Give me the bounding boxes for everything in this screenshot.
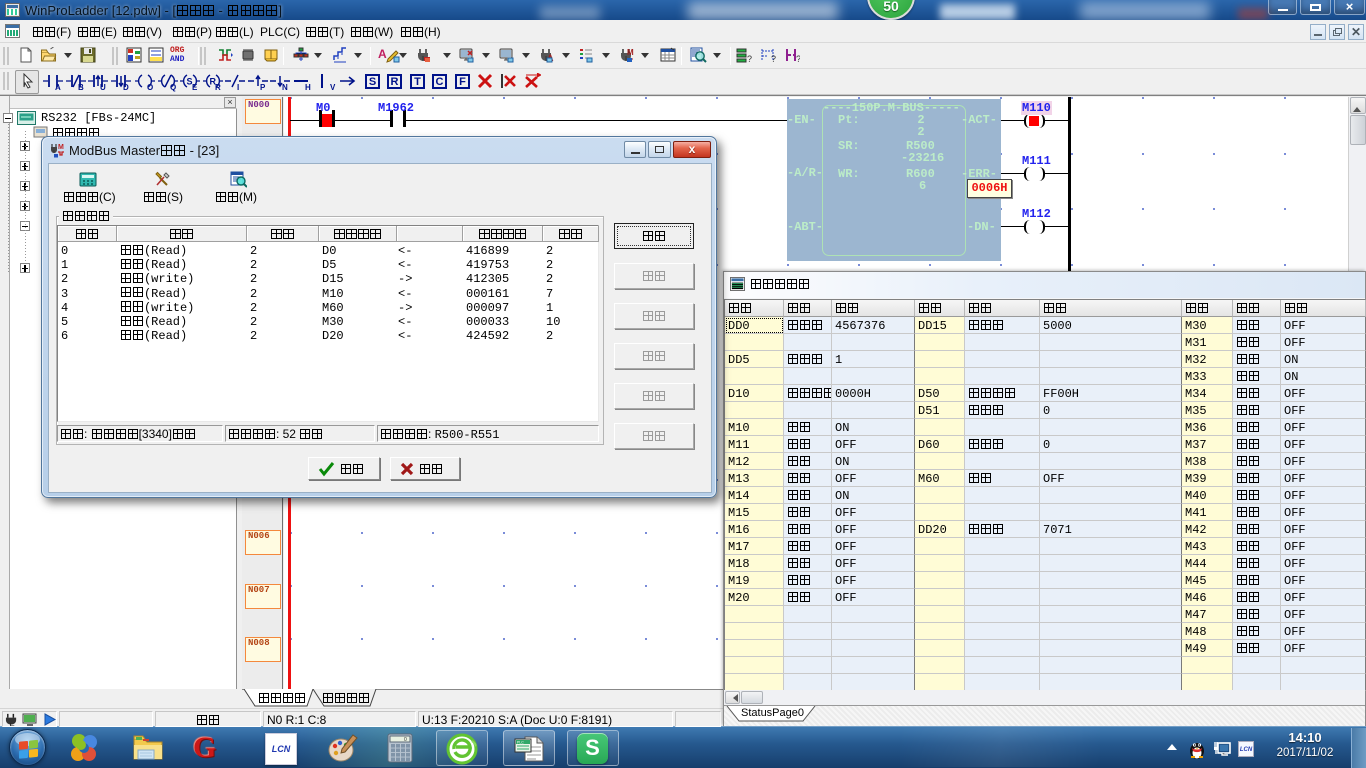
svg-text:M: M xyxy=(58,144,64,151)
svg-text:?: ? xyxy=(796,54,800,63)
svg-text:0: 0 xyxy=(404,737,407,743)
svg-text:M: M xyxy=(627,48,634,57)
svg-text:?: ? xyxy=(747,54,752,63)
svg-text:?: ? xyxy=(771,54,776,63)
svg-text:PLC: PLC xyxy=(517,741,524,745)
